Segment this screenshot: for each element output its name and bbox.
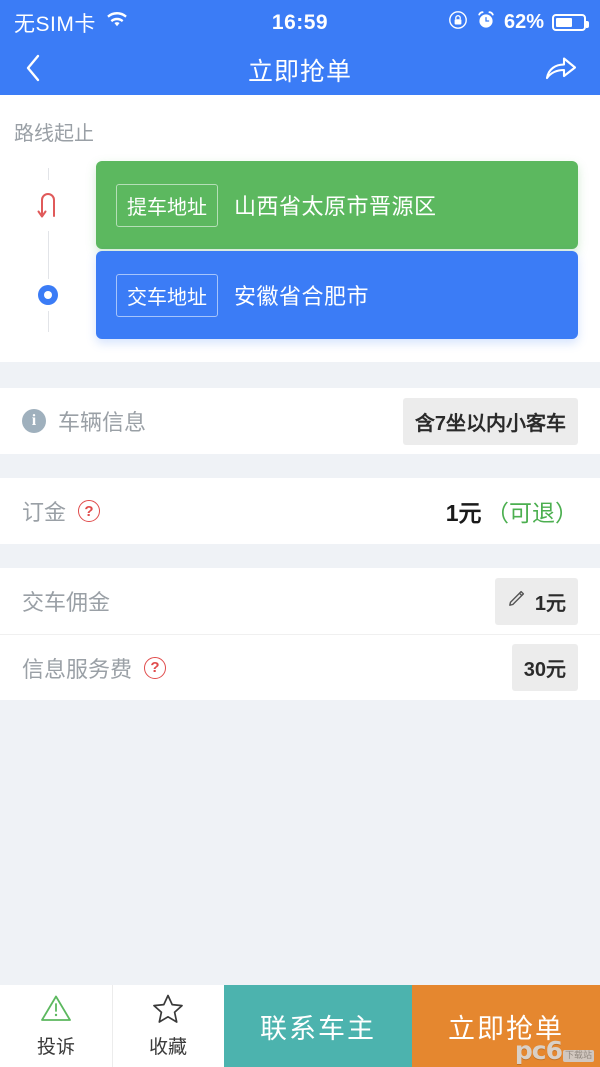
lock-icon	[448, 10, 468, 36]
deposit-row[interactable]: 订金 ? 1元 （可退）	[0, 478, 600, 544]
star-outline-icon	[152, 993, 184, 1028]
pickup-address: 山西省太原市晋源区	[234, 194, 437, 219]
dropoff-address-card[interactable]: 交车地址 安徽省合肥市	[96, 251, 578, 339]
route-row-pickup[interactable]: 提车地址 山西省太原市晋源区	[0, 160, 578, 250]
fees-section: 交车佣金 1元 信息服务费 ? 30元	[0, 568, 600, 700]
route-section: 路线起止 提车地址 山西省太原市晋源区 交车地址 安徽省合肥市	[0, 95, 600, 362]
deposit-label: 订金	[22, 500, 67, 525]
carrier-label: 无SIM卡	[14, 12, 96, 36]
alarm-icon	[476, 10, 496, 36]
vehicle-info-value: 含7坐以内小客车	[402, 397, 578, 445]
service-fee-value: 30元	[511, 644, 578, 691]
route-section-title: 路线起止	[14, 123, 94, 145]
share-button[interactable]	[544, 53, 578, 88]
favorite-button[interactable]: 收藏	[112, 985, 224, 1067]
status-bar: 无SIM卡 16:59 62%	[0, 0, 600, 45]
grab-order-button[interactable]: 立即抢单	[412, 985, 600, 1067]
dropoff-address: 安徽省合肥市	[234, 284, 370, 309]
wifi-icon	[105, 11, 129, 35]
section-spacer-2	[0, 454, 600, 478]
route-row-dropoff[interactable]: 交车地址 安徽省合肥市	[0, 250, 578, 340]
pencil-icon	[507, 588, 527, 614]
status-bar-left: 无SIM卡	[14, 8, 129, 38]
vehicle-info-label: 车辆信息	[58, 410, 147, 435]
section-spacer-3	[0, 544, 600, 568]
navigation-bar: 立即抢单	[0, 45, 600, 95]
share-icon	[544, 53, 578, 88]
complain-label: 投诉	[36, 1037, 75, 1058]
vehicle-info-row[interactable]: i 车辆信息 含7坐以内小客车	[0, 388, 600, 454]
deposit-label-group: 订金 ?	[22, 495, 101, 527]
section-spacer	[0, 362, 600, 388]
service-fee-label: 信息服务费	[22, 656, 133, 682]
deposit-section: 订金 ? 1元 （可退）	[0, 478, 600, 544]
dropoff-marker	[0, 279, 96, 311]
pickup-address-card[interactable]: 提车地址 山西省太原市晋源区	[96, 161, 578, 249]
page-content: 路线起止 提车地址 山西省太原市晋源区 交车地址 安徽省合肥市 i 车辆信息 含…	[0, 95, 600, 985]
service-fee-row[interactable]: 信息服务费 ? 30元	[0, 634, 600, 700]
info-circle-icon: i	[22, 409, 46, 433]
route-timeline: 提车地址 山西省太原市晋源区 交车地址 安徽省合肥市	[0, 146, 600, 340]
favorite-label: 收藏	[148, 1037, 187, 1058]
deposit-value: 1元	[445, 500, 482, 526]
warning-triangle-icon	[40, 993, 72, 1028]
commission-value-button[interactable]: 1元	[494, 577, 578, 625]
question-circle-icon[interactable]: ?	[144, 656, 167, 679]
battery-percent-label: 62%	[503, 11, 544, 33]
deposit-value-group: 1元 （可退）	[446, 494, 578, 528]
complain-button[interactable]: 投诉	[0, 985, 112, 1067]
status-bar-right: 62%	[448, 10, 589, 36]
commission-label-group: 交车佣金	[22, 585, 110, 617]
contact-owner-button[interactable]: 联系车主	[224, 985, 412, 1067]
location-dot-icon	[38, 279, 58, 311]
u-turn-arrow-icon	[33, 179, 63, 231]
commission-row[interactable]: 交车佣金 1元	[0, 568, 600, 634]
content-filler	[0, 700, 600, 985]
pickup-marker	[0, 179, 96, 231]
service-fee-label-group: 信息服务费 ?	[22, 652, 167, 684]
vehicle-info-label-group: i 车辆信息	[22, 405, 146, 437]
vehicle-info-section: i 车辆信息 含7坐以内小客车	[0, 388, 600, 454]
pickup-badge: 提车地址	[116, 183, 218, 227]
back-button[interactable]	[22, 52, 44, 89]
commission-value: 1元	[534, 592, 566, 615]
bottom-action-bar: 投诉 收藏 联系车主 立即抢单 pc6 下载站	[0, 985, 600, 1067]
page-title: 立即抢单	[247, 58, 352, 86]
app-screen: 无SIM卡 16:59 62% 立即抢单 路线起止 提车地址 山西省太原市晋源区…	[0, 0, 600, 1067]
question-circle-icon[interactable]: ?	[78, 500, 101, 522]
commission-label: 交车佣金	[22, 590, 111, 615]
battery-icon	[552, 14, 589, 31]
dropoff-badge: 交车地址	[116, 273, 218, 317]
chevron-left-icon	[22, 52, 44, 89]
deposit-note: （可退）	[486, 500, 578, 526]
